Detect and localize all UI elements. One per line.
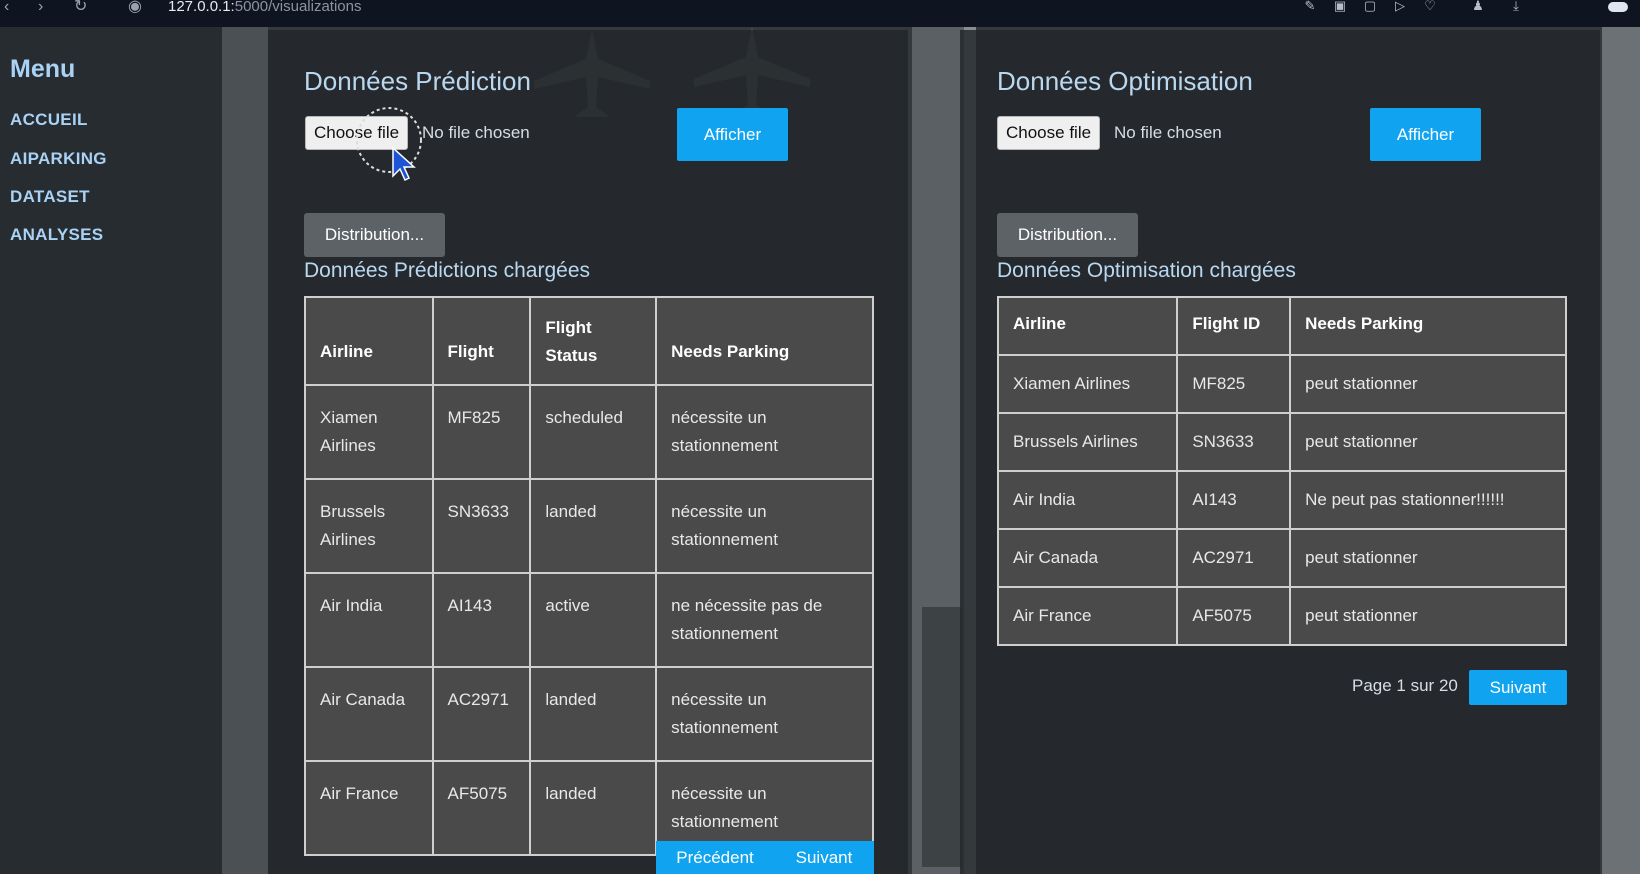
back-icon[interactable]: ‹	[4, 0, 9, 16]
cell-parking: nécessite un stationnement	[655, 478, 874, 574]
cell-flight-id: MF825	[1176, 354, 1292, 414]
optimisation-title: Données Optimisation	[997, 66, 1253, 96]
cell-parking: peut stationner	[1289, 586, 1567, 646]
sidebar-title: Menu	[10, 55, 76, 83]
screenshot-icon[interactable]: ▣	[1332, 0, 1348, 14]
sidebar: Menu ACCUEIL AIPARKING DATASET ANALYSES	[0, 27, 222, 874]
column-header-flight: Flight	[431, 296, 532, 386]
sidebar-item-accueil[interactable]: ACCUEIL	[10, 110, 88, 130]
table-row: Brussels Airlines SN3633 landed nécessit…	[304, 478, 874, 574]
download-icon[interactable]: ⤓	[1508, 0, 1524, 14]
cell-flight: SN3633	[431, 478, 532, 574]
cell-parking: peut stationner	[1289, 528, 1567, 588]
column-header-flight-status: Flight Status	[529, 296, 658, 386]
cell-parking: nécessite un stationnement	[655, 666, 874, 762]
prediction-loaded-title: Données Prédictions chargées	[304, 259, 591, 282]
column-header-needs-parking: Needs Parking	[655, 296, 874, 386]
optimisation-table: Airline Flight ID Needs Parking Xiamen A…	[996, 296, 1567, 646]
optimisation-page-indicator: Page 1 sur 20	[1352, 676, 1458, 695]
cell-flight: AI143	[431, 572, 532, 668]
optimisation-afficher-button[interactable]: Afficher	[1370, 108, 1481, 161]
sidebar-item-analyses[interactable]: ANALYSES	[10, 225, 103, 245]
mouse-cursor-icon	[356, 107, 422, 182]
url-path: 5000/visualizations	[234, 0, 362, 15]
table-row: Brussels Airlines SN3633 peut stationner	[996, 412, 1567, 472]
cell-flight: AF5075	[431, 760, 532, 856]
send-icon[interactable]: ▷	[1392, 0, 1408, 14]
table-row: Xiamen Airlines MF825 scheduled nécessit…	[304, 384, 874, 480]
cell-flight-id: AF5075	[1176, 586, 1292, 646]
prediction-title: Données Prédiction	[304, 66, 531, 96]
table-row: Xiamen Airlines MF825 peut stationner	[996, 354, 1567, 414]
prediction-previous-button[interactable]: Précédent	[656, 841, 774, 874]
cell-flight-id: AI143	[1176, 470, 1292, 530]
cell-status: landed	[529, 760, 658, 856]
cell-flight-id: AC2971	[1176, 528, 1292, 588]
cell-airline: Xiamen Airlines	[996, 354, 1179, 414]
cell-airline: Brussels Airlines	[996, 412, 1179, 472]
toggle-icon[interactable]	[1608, 2, 1628, 12]
prediction-afficher-button[interactable]: Afficher	[677, 108, 788, 161]
column-header-airline: Airline	[304, 296, 434, 386]
sidebar-item-aiparking[interactable]: AIPARKING	[10, 149, 107, 169]
column-header-airline: Airline	[996, 296, 1179, 356]
cell-airline: Air Canada	[304, 666, 434, 762]
cell-status: active	[529, 572, 658, 668]
prediction-file-status: No file chosen	[422, 123, 530, 142]
optimisation-file-status: No file chosen	[1114, 123, 1222, 142]
cell-airline: Xiamen Airlines	[304, 384, 434, 480]
table-row: Air France AF5075 peut stationner	[996, 586, 1567, 646]
cell-parking: nécessite un stationnement	[655, 384, 874, 480]
cell-airline: Air India	[996, 470, 1179, 530]
site-info-icon[interactable]: ◉	[128, 0, 142, 16]
address-bar[interactable]: 127.0.0.1:5000/visualizations	[168, 0, 361, 14]
cell-airline: Air France	[996, 586, 1179, 646]
cell-flight: MF825	[431, 384, 532, 480]
cell-parking: peut stationner	[1289, 354, 1567, 414]
cell-status: scheduled	[529, 384, 658, 480]
table-row: Air Canada AC2971 landed nécessite un st…	[304, 666, 874, 762]
cell-parking: Ne peut pas stationner!!!!!!	[1289, 470, 1567, 530]
table-row: Air India AI143 active ne nécessite pas …	[304, 572, 874, 668]
browser-toolbar: ‹ › ↻ ◉ 127.0.0.1:5000/visualizations ✎ …	[0, 0, 1640, 27]
cell-airline: Air India	[304, 572, 434, 668]
extension-icon[interactable]: ▢	[1362, 0, 1378, 14]
prediction-pagination: Précédent Suivant	[656, 841, 874, 874]
table-header-row: Airline Flight Flight Status Needs Parki…	[304, 296, 874, 386]
column-header-needs-parking: Needs Parking	[1289, 296, 1567, 356]
optimisation-loaded-title: Données Optimisation chargées	[997, 259, 1296, 282]
prediction-distribution-button[interactable]: Distribution...	[304, 213, 445, 257]
cell-parking: peut stationner	[1289, 412, 1567, 472]
column-header-flight-id: Flight ID	[1176, 296, 1292, 356]
heart-icon[interactable]: ♡	[1422, 0, 1438, 14]
profile-icon[interactable]: ♟	[1470, 0, 1486, 14]
optimisation-choose-file-button[interactable]: Choose file	[997, 116, 1101, 150]
cell-airline: Air Canada	[996, 528, 1179, 588]
table-row: Air India AI143 Ne peut pas stationner!!…	[996, 470, 1567, 530]
table-row: Air Canada AC2971 peut stationner	[996, 528, 1567, 588]
cell-parking: ne nécessite pas de stationnement	[655, 572, 874, 668]
edit-icon[interactable]: ✎	[1302, 0, 1318, 14]
cell-status: landed	[529, 478, 658, 574]
prediction-table: Airline Flight Flight Status Needs Parki…	[304, 296, 874, 856]
table-header-row: Airline Flight ID Needs Parking	[996, 296, 1567, 356]
optimisation-next-button[interactable]: Suivant	[1469, 670, 1567, 705]
cell-flight: AC2971	[431, 666, 532, 762]
cell-flight-id: SN3633	[1176, 412, 1292, 472]
forward-icon[interactable]: ›	[38, 0, 43, 16]
cell-airline: Air France	[304, 760, 434, 856]
sidebar-item-dataset[interactable]: DATASET	[10, 187, 90, 207]
url-host: 127.0.0.1:	[168, 0, 235, 15]
cell-airline: Brussels Airlines	[304, 478, 434, 574]
cell-status: landed	[529, 666, 658, 762]
prediction-next-button[interactable]: Suivant	[774, 841, 874, 874]
optimisation-distribution-button[interactable]: Distribution...	[997, 213, 1138, 257]
reload-icon[interactable]: ↻	[74, 0, 87, 16]
